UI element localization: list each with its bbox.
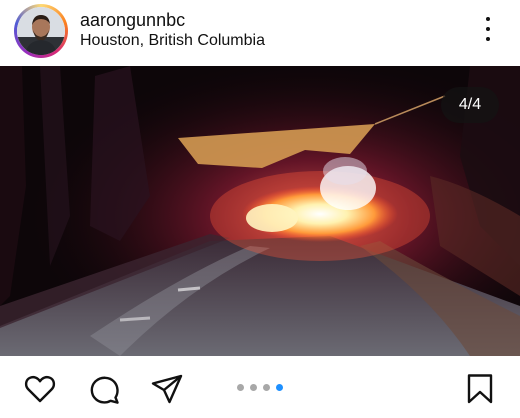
avatar[interactable]: [14, 4, 68, 58]
location-link[interactable]: Houston, British Columbia: [80, 31, 265, 51]
carousel-dot: [250, 384, 257, 391]
post-actions-bar: [0, 356, 520, 418]
carousel-dot-active: [276, 384, 283, 391]
heart-icon: [24, 375, 56, 403]
comment-bubble-icon: [90, 376, 119, 404]
share-button[interactable]: [150, 372, 184, 406]
post-header: aarongunnbc Houston, British Columbia: [0, 0, 520, 66]
username[interactable]: aarongunnbc: [80, 9, 185, 31]
more-options-button[interactable]: [476, 14, 500, 44]
carousel-dot: [263, 384, 270, 391]
bookmark-icon: [467, 374, 493, 404]
like-button[interactable]: [23, 372, 57, 406]
save-button[interactable]: [463, 372, 497, 406]
more-vertical-icon-dot: [486, 27, 490, 31]
more-vertical-icon: [486, 17, 490, 21]
paper-plane-icon: [151, 374, 183, 404]
carousel-dot: [237, 384, 244, 391]
more-vertical-icon-dot: [486, 37, 490, 41]
media-counter-badge: 4/4: [441, 87, 499, 123]
avatar-image: [17, 7, 65, 55]
post-photo[interactable]: 4/4: [0, 66, 520, 356]
comment-button[interactable]: [87, 372, 121, 406]
